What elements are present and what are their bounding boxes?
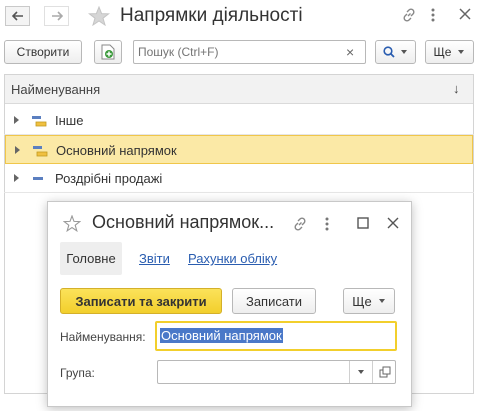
create-button[interactable]: Створити	[4, 40, 82, 64]
favorite-star-icon[interactable]	[88, 5, 110, 29]
list-item[interactable]: Роздрібні продажі	[4, 164, 474, 193]
chevron-down-icon	[378, 299, 385, 303]
search-clear-icon[interactable]: ×	[346, 44, 354, 60]
expand-arrow-icon[interactable]	[15, 146, 20, 154]
create-copy-button[interactable]	[94, 40, 122, 64]
forward-button[interactable]	[44, 6, 69, 26]
dialog-title: Основний напрямок...	[92, 212, 275, 232]
maximize-icon[interactable]	[357, 217, 369, 232]
group-dropdown-button[interactable]	[349, 361, 372, 383]
item-dialog: Основний напрямок... Головне Звіти Рахун…	[47, 201, 412, 407]
menu-dots-icon[interactable]	[430, 7, 436, 26]
favorite-star-icon[interactable]	[62, 214, 82, 235]
group-field[interactable]	[157, 360, 396, 384]
arrow-left-icon	[11, 11, 23, 21]
new-document-icon	[101, 44, 115, 60]
search-input[interactable]	[134, 41, 344, 63]
group-folder-icon	[33, 146, 48, 157]
save-and-close-button[interactable]: Записати та закрити	[60, 288, 222, 314]
name-field[interactable]: Основний напрямок	[155, 321, 397, 351]
more-button[interactable]: Ще	[425, 40, 474, 64]
item-icon	[33, 177, 43, 180]
expand-arrow-icon[interactable]	[14, 116, 19, 124]
tab-main[interactable]: Головне	[60, 242, 122, 275]
group-field-label: Група:	[60, 366, 95, 380]
link-icon[interactable]	[401, 7, 417, 26]
back-button[interactable]	[5, 6, 30, 26]
tab-reports[interactable]: Звіти	[139, 251, 170, 266]
name-field-label: Найменування:	[60, 330, 146, 344]
more-button[interactable]: Ще	[343, 288, 395, 314]
open-window-icon	[379, 366, 390, 378]
save-button[interactable]: Записати	[232, 288, 316, 314]
group-folder-icon	[32, 116, 47, 127]
more-label: Ще	[433, 45, 452, 59]
column-header-name[interactable]: Найменування	[11, 82, 100, 97]
page-title: Напрямки діяльності	[120, 5, 303, 26]
link-icon[interactable]	[292, 216, 308, 235]
chevron-down-icon	[458, 50, 465, 54]
search-icon	[383, 46, 395, 58]
list-item-label: Роздрібні продажі	[55, 171, 163, 186]
sort-arrow-icon[interactable]: ↓	[453, 81, 460, 96]
list-item[interactable]: Інше	[4, 106, 474, 135]
chevron-down-icon	[358, 370, 364, 374]
list-item-label: Інше	[55, 113, 84, 128]
tab-accounts[interactable]: Рахунки обліку	[188, 251, 277, 266]
list-header[interactable]: Найменування ↓	[5, 75, 473, 104]
name-field-value[interactable]: Основний напрямок	[160, 328, 283, 343]
arrow-right-icon	[51, 11, 63, 21]
close-icon[interactable]	[387, 217, 399, 232]
close-icon[interactable]	[458, 7, 472, 24]
list-item-selected[interactable]: Основний напрямок	[5, 135, 473, 164]
chevron-down-icon	[401, 50, 407, 54]
search-button[interactable]	[375, 40, 416, 64]
list-item-label: Основний напрямок	[56, 143, 177, 158]
more-label: Ще	[352, 293, 372, 309]
expand-arrow-icon[interactable]	[14, 174, 19, 182]
group-open-button[interactable]	[372, 361, 396, 383]
menu-dots-icon[interactable]	[324, 216, 330, 235]
search-box[interactable]: ×	[133, 40, 366, 64]
